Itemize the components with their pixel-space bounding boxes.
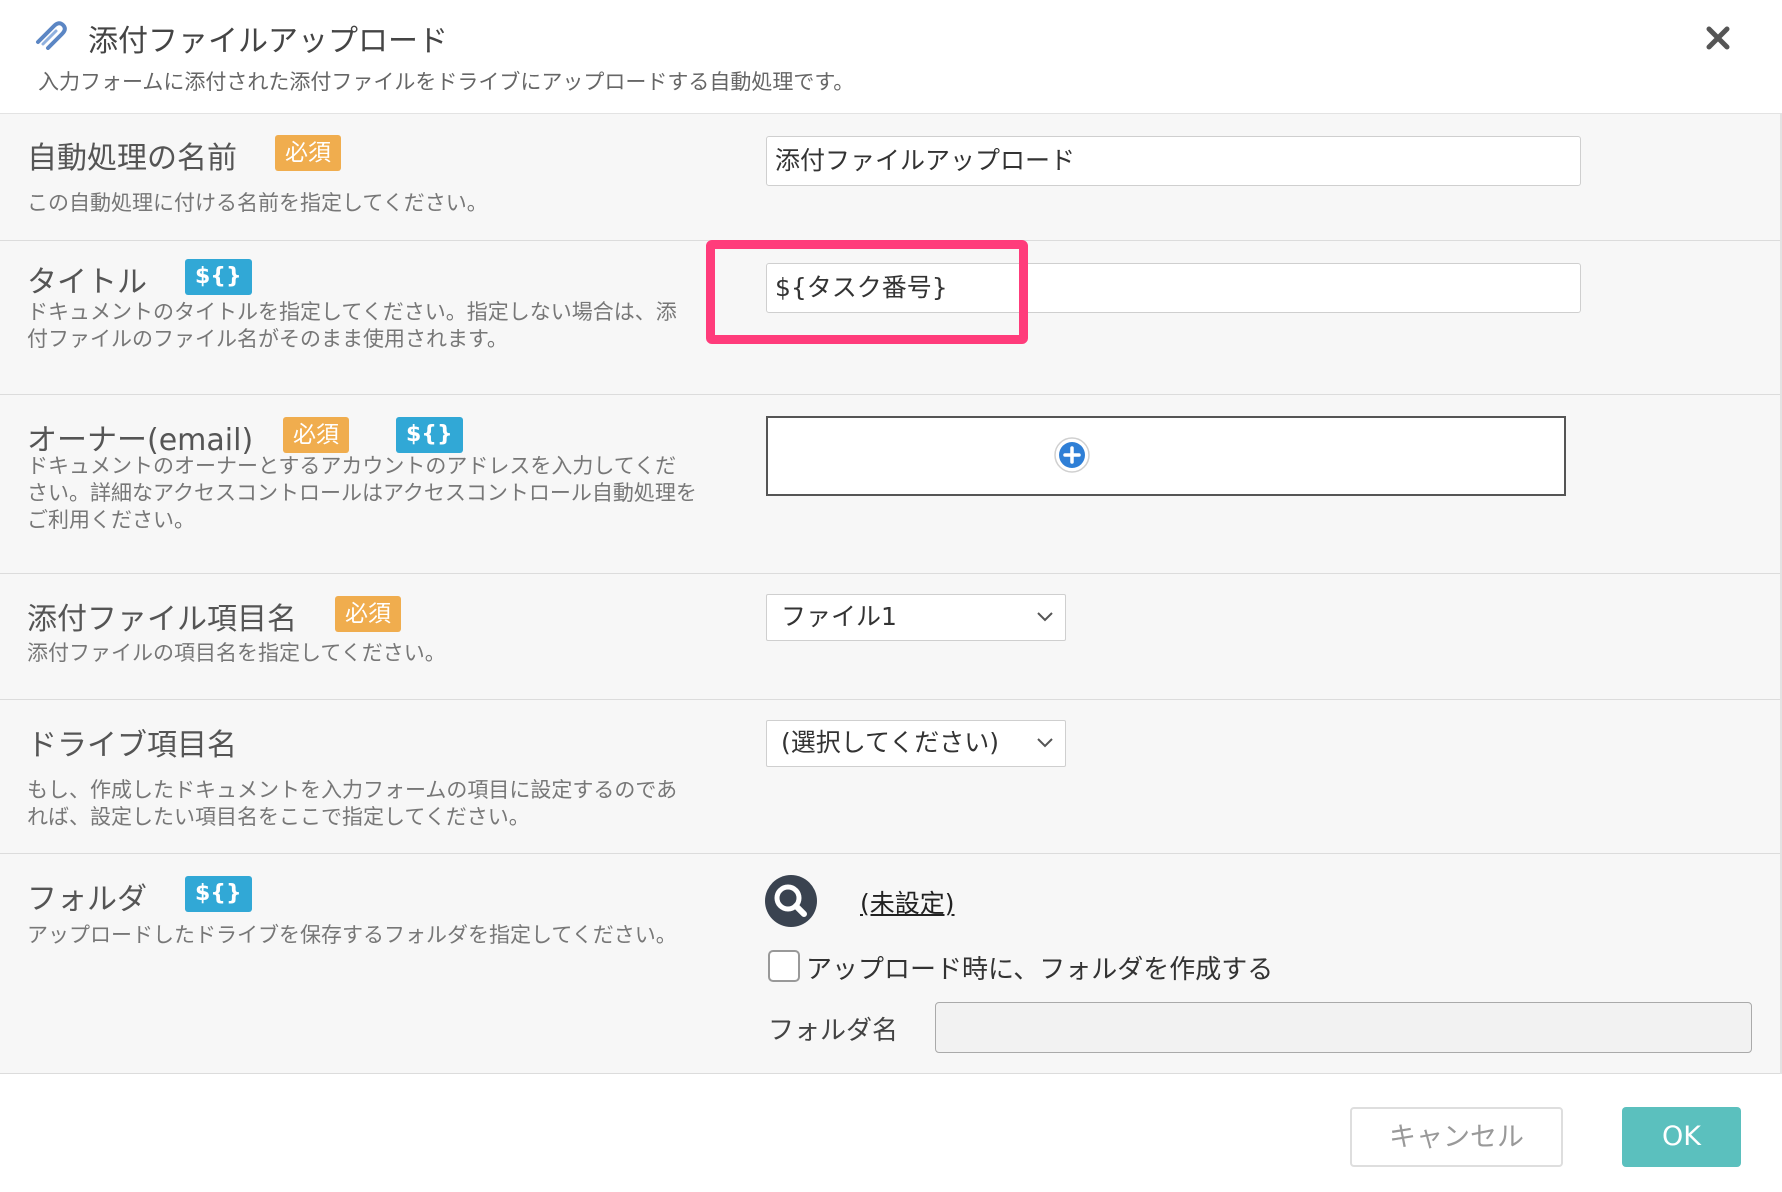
attachment-row: 添付ファイル項目名 必須 添付ファイルの項目名を指定してください。 ファイル1 (0, 574, 1780, 700)
folder-help: アップロードしたドライブを保存するフォルダを指定してください。 (27, 923, 677, 947)
variable-badge: ${} (185, 259, 252, 295)
add-owner-icon[interactable] (1053, 436, 1091, 474)
drive-select[interactable]: (選択してください) (766, 720, 1066, 767)
variable-badge: ${} (185, 876, 252, 912)
drive-label: ドライブ項目名 (27, 728, 237, 763)
drive-row: ドライブ項目名 もし、作成したドキュメントを入力フォームの項目に設定するのであ … (0, 700, 1780, 854)
drive-help: もし、作成したドキュメントを入力フォームの項目に設定するのであ れば、設定したい… (27, 778, 678, 829)
name-help: この自動処理に付ける名前を指定してください。 (27, 191, 488, 215)
close-icon[interactable] (1700, 20, 1736, 56)
folder-label: フォルダ (27, 882, 147, 917)
required-badge: 必須 (283, 417, 349, 453)
drive-select-value: (選択してください) (781, 728, 1000, 757)
chevron-down-icon (1037, 738, 1053, 748)
attachment-select-value: ファイル1 (781, 602, 897, 631)
upload-attachment-dialog: 添付ファイルアップロード 入力フォームに添付された添付ファイルをドライブにアップ… (0, 0, 1782, 1192)
title-help: ドキュメントのタイトルを指定してください。指定しない場合は、添 付ファイルのファ… (27, 300, 677, 351)
attachment-help: 添付ファイルの項目名を指定してください。 (27, 641, 446, 665)
dialog-footer: キャンセル OK (0, 1074, 1782, 1192)
title-label: タイトル (27, 265, 147, 300)
paperclip-icon (36, 21, 67, 50)
ok-button[interactable]: OK (1622, 1107, 1741, 1167)
folder-select-link[interactable]: (未設定) (860, 884, 955, 920)
dialog-header: 添付ファイルアップロード 入力フォームに添付された添付ファイルをドライブにアップ… (0, 0, 1782, 114)
create-folder-label[interactable]: アップロード時に、フォルダを作成する (806, 949, 1273, 986)
dialog-description: 入力フォームに添付された添付ファイルをドライブにアップロードする自動処理です。 (38, 70, 855, 94)
attachment-label: 添付ファイル項目名 (27, 602, 297, 637)
create-folder-checkbox[interactable] (768, 950, 800, 982)
name-row: 自動処理の名前 必須 この自動処理に付ける名前を指定してください。 添付ファイル… (0, 114, 1780, 241)
chevron-down-icon (1037, 612, 1053, 622)
name-label: 自動処理の名前 (27, 141, 237, 176)
name-input[interactable]: 添付ファイルアップロード (766, 136, 1581, 186)
variable-badge: ${} (396, 417, 463, 453)
required-badge: 必須 (275, 135, 341, 171)
owner-help: ドキュメントのオーナーとするアカウントのアドレスを入力してくだ さい。詳細なアク… (27, 454, 697, 532)
folder-name-input[interactable] (935, 1002, 1752, 1053)
folder-name-label: フォルダ名 (768, 1016, 899, 1046)
required-badge: 必須 (335, 596, 401, 632)
owner-input-area[interactable] (766, 416, 1566, 496)
cancel-button[interactable]: キャンセル (1350, 1107, 1563, 1167)
search-icon[interactable] (764, 874, 818, 928)
dialog-title: 添付ファイルアップロード (88, 24, 448, 59)
highlight-box (706, 240, 1028, 344)
attachment-select[interactable]: ファイル1 (766, 594, 1066, 641)
